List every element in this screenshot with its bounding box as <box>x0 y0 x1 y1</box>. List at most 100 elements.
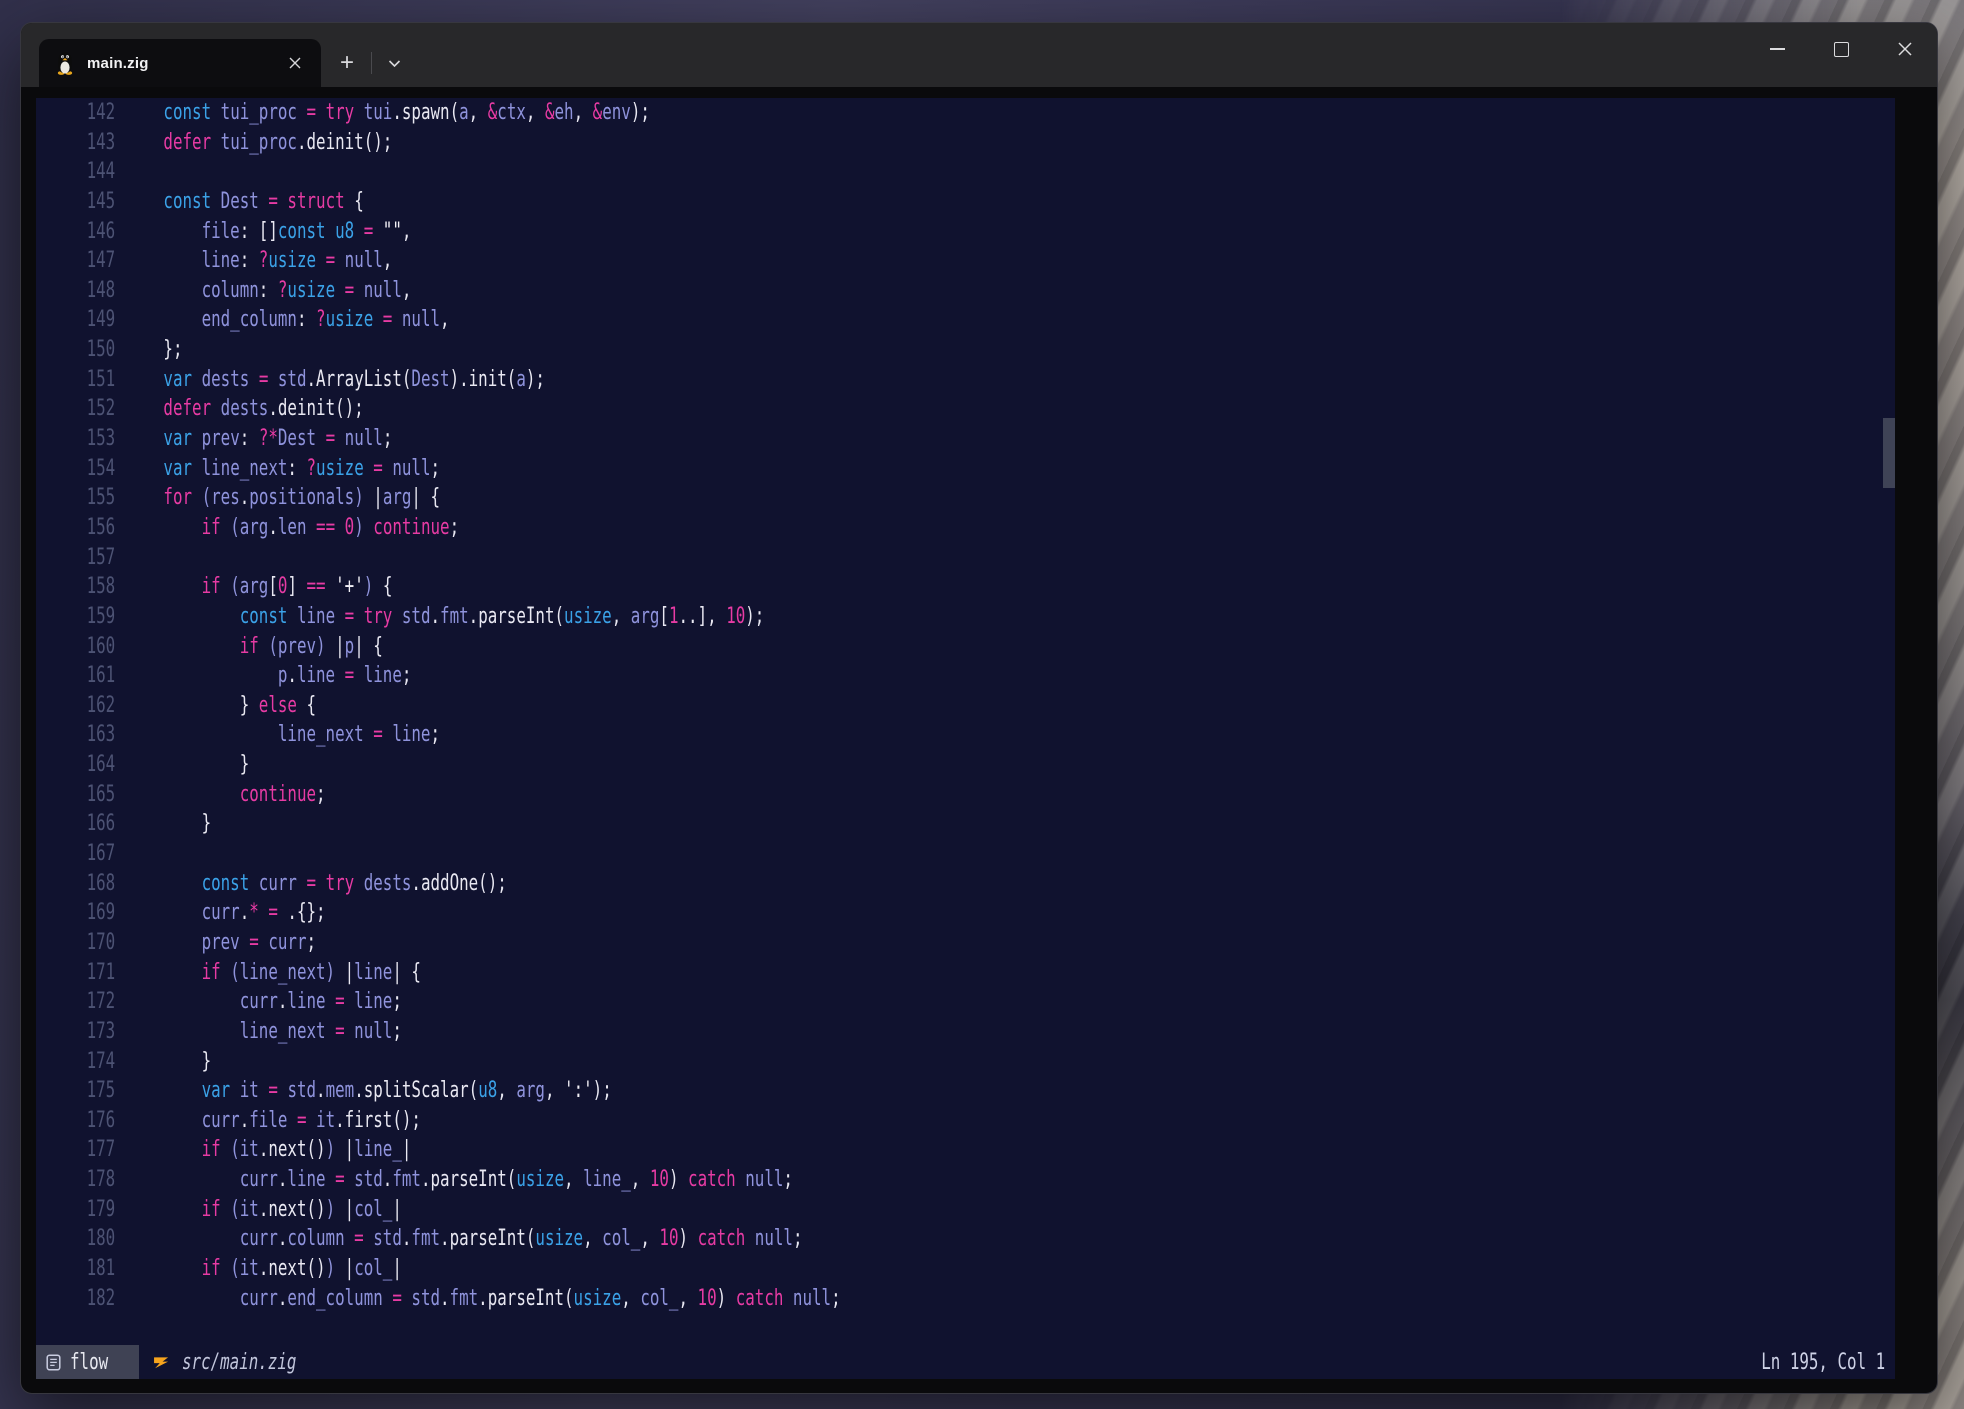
line-number: 142 <box>36 98 115 128</box>
code-line: 171 if (line_next) |line| { <box>36 958 1895 988</box>
code-text: curr.line = std.fmt.parseInt(usize, line… <box>115 1165 793 1195</box>
code-text: if (arg.len == 0) continue; <box>115 513 459 543</box>
code-line: 170 prev = curr; <box>36 928 1895 958</box>
line-number: 166 <box>36 809 115 839</box>
code-text <box>115 543 125 573</box>
code-text: if (line_next) |line| { <box>115 958 421 988</box>
code-text: defer tui_proc.deinit(); <box>115 128 392 158</box>
code-line: 179 if (it.next()) |col_| <box>36 1195 1895 1225</box>
line-number: 167 <box>36 839 115 869</box>
line-number: 146 <box>36 217 115 247</box>
code-text: const line = try std.fmt.parseInt(usize,… <box>115 602 764 632</box>
code-text: var it = std.mem.splitScalar(u8, arg, ':… <box>115 1076 612 1106</box>
line-number: 161 <box>36 661 115 691</box>
code-line: 166 } <box>36 809 1895 839</box>
code-line: 149 end_column: ?usize = null, <box>36 305 1895 335</box>
close-button[interactable] <box>1873 23 1937 75</box>
code-line: 145 const Dest = struct { <box>36 187 1895 217</box>
code-area[interactable]: 142 const tui_proc = try tui.spawn(a, &c… <box>36 98 1895 1345</box>
code-line: 153 var prev: ?*Dest = null; <box>36 424 1895 454</box>
code-line: 174 } <box>36 1047 1895 1077</box>
code-line: 180 curr.column = std.fmt.parseInt(usize… <box>36 1224 1895 1254</box>
title-bar: main.zig + <box>21 23 1937 87</box>
line-number: 182 <box>36 1284 115 1314</box>
tab-bar-separator <box>371 52 372 74</box>
app-badge[interactable]: flow <box>36 1345 139 1379</box>
code-text: curr.column = std.fmt.parseInt(usize, co… <box>115 1224 802 1254</box>
scrollbar-thumb[interactable] <box>1883 418 1895 488</box>
minimize-button[interactable] <box>1745 23 1809 75</box>
line-number: 151 <box>36 365 115 395</box>
code-lines: 142 const tui_proc = try tui.spawn(a, &c… <box>36 98 1895 1313</box>
code-line: 162 } else { <box>36 691 1895 721</box>
code-line: 159 const line = try std.fmt.parseInt(us… <box>36 602 1895 632</box>
code-line: 155 for (res.positionals) |arg| { <box>36 483 1895 513</box>
code-text: if (it.next()) |col_| <box>115 1195 402 1225</box>
code-text: continue; <box>115 780 325 810</box>
line-number: 164 <box>36 750 115 780</box>
line-number: 143 <box>36 128 115 158</box>
code-text <box>115 839 125 869</box>
new-tab-button[interactable]: + <box>327 39 367 87</box>
code-line: 176 curr.file = it.first(); <box>36 1106 1895 1136</box>
code-line: 142 const tui_proc = try tui.spawn(a, &c… <box>36 98 1895 128</box>
code-line: 167 <box>36 839 1895 869</box>
line-number: 163 <box>36 720 115 750</box>
code-text: if (prev) |p| { <box>115 632 383 662</box>
chevron-down-icon <box>388 59 401 68</box>
line-number: 150 <box>36 335 115 365</box>
line-number: 162 <box>36 691 115 721</box>
tab-main-zig[interactable]: main.zig <box>39 39 321 87</box>
code-text: }; <box>115 335 182 365</box>
code-line: 169 curr.* = .{}; <box>36 898 1895 928</box>
code-text: var line_next: ?usize = null; <box>115 454 440 484</box>
line-number: 174 <box>36 1047 115 1077</box>
code-text: if (it.next()) |col_| <box>115 1254 402 1284</box>
line-number: 179 <box>36 1195 115 1225</box>
line-number: 144 <box>36 157 115 187</box>
document-icon <box>46 1354 61 1371</box>
code-line: 150 }; <box>36 335 1895 365</box>
code-line: 147 line: ?usize = null, <box>36 246 1895 276</box>
code-text: } <box>115 1047 211 1077</box>
line-number: 168 <box>36 869 115 899</box>
code-text <box>115 157 125 187</box>
line-number: 180 <box>36 1224 115 1254</box>
tab-dropdown-button[interactable] <box>376 39 412 87</box>
line-number: 176 <box>36 1106 115 1136</box>
code-text: curr.line = line; <box>115 987 402 1017</box>
app-name: flow <box>70 1350 108 1375</box>
tab-title: main.zig <box>87 55 149 72</box>
code-text: if (arg[0] == '+') { <box>115 572 392 602</box>
code-line: 177 if (it.next()) |line_| <box>36 1135 1895 1165</box>
file-path[interactable]: src/main.zig <box>182 1350 341 1375</box>
code-line: 158 if (arg[0] == '+') { <box>36 572 1895 602</box>
code-text: } else { <box>115 691 316 721</box>
code-text: } <box>115 750 249 780</box>
code-line: 157 <box>36 543 1895 573</box>
window-controls <box>1745 23 1937 87</box>
line-number: 154 <box>36 454 115 484</box>
code-text: } <box>115 809 211 839</box>
status-bar: flow src/main.zig Ln 195, Col 1 <box>36 1345 1895 1379</box>
code-text: line_next = line; <box>115 720 440 750</box>
line-number: 171 <box>36 958 115 988</box>
line-number: 148 <box>36 276 115 306</box>
code-text: const Dest = struct { <box>115 187 364 217</box>
code-text: end_column: ?usize = null, <box>115 305 449 335</box>
line-number: 169 <box>36 898 115 928</box>
code-text: curr.file = it.first(); <box>115 1106 421 1136</box>
line-number: 175 <box>36 1076 115 1106</box>
code-line: 164 } <box>36 750 1895 780</box>
code-text: line: ?usize = null, <box>115 246 392 276</box>
line-number: 149 <box>36 305 115 335</box>
code-line: 181 if (it.next()) |col_| <box>36 1254 1895 1284</box>
tab-close-button[interactable] <box>281 49 309 77</box>
line-number: 147 <box>36 246 115 276</box>
code-text: const tui_proc = try tui.spawn(a, &ctx, … <box>115 98 650 128</box>
minimize-icon <box>1770 48 1785 50</box>
code-text: p.line = line; <box>115 661 411 691</box>
maximize-button[interactable] <box>1809 23 1873 75</box>
line-number: 152 <box>36 394 115 424</box>
code-line: 182 curr.end_column = std.fmt.parseInt(u… <box>36 1284 1895 1314</box>
